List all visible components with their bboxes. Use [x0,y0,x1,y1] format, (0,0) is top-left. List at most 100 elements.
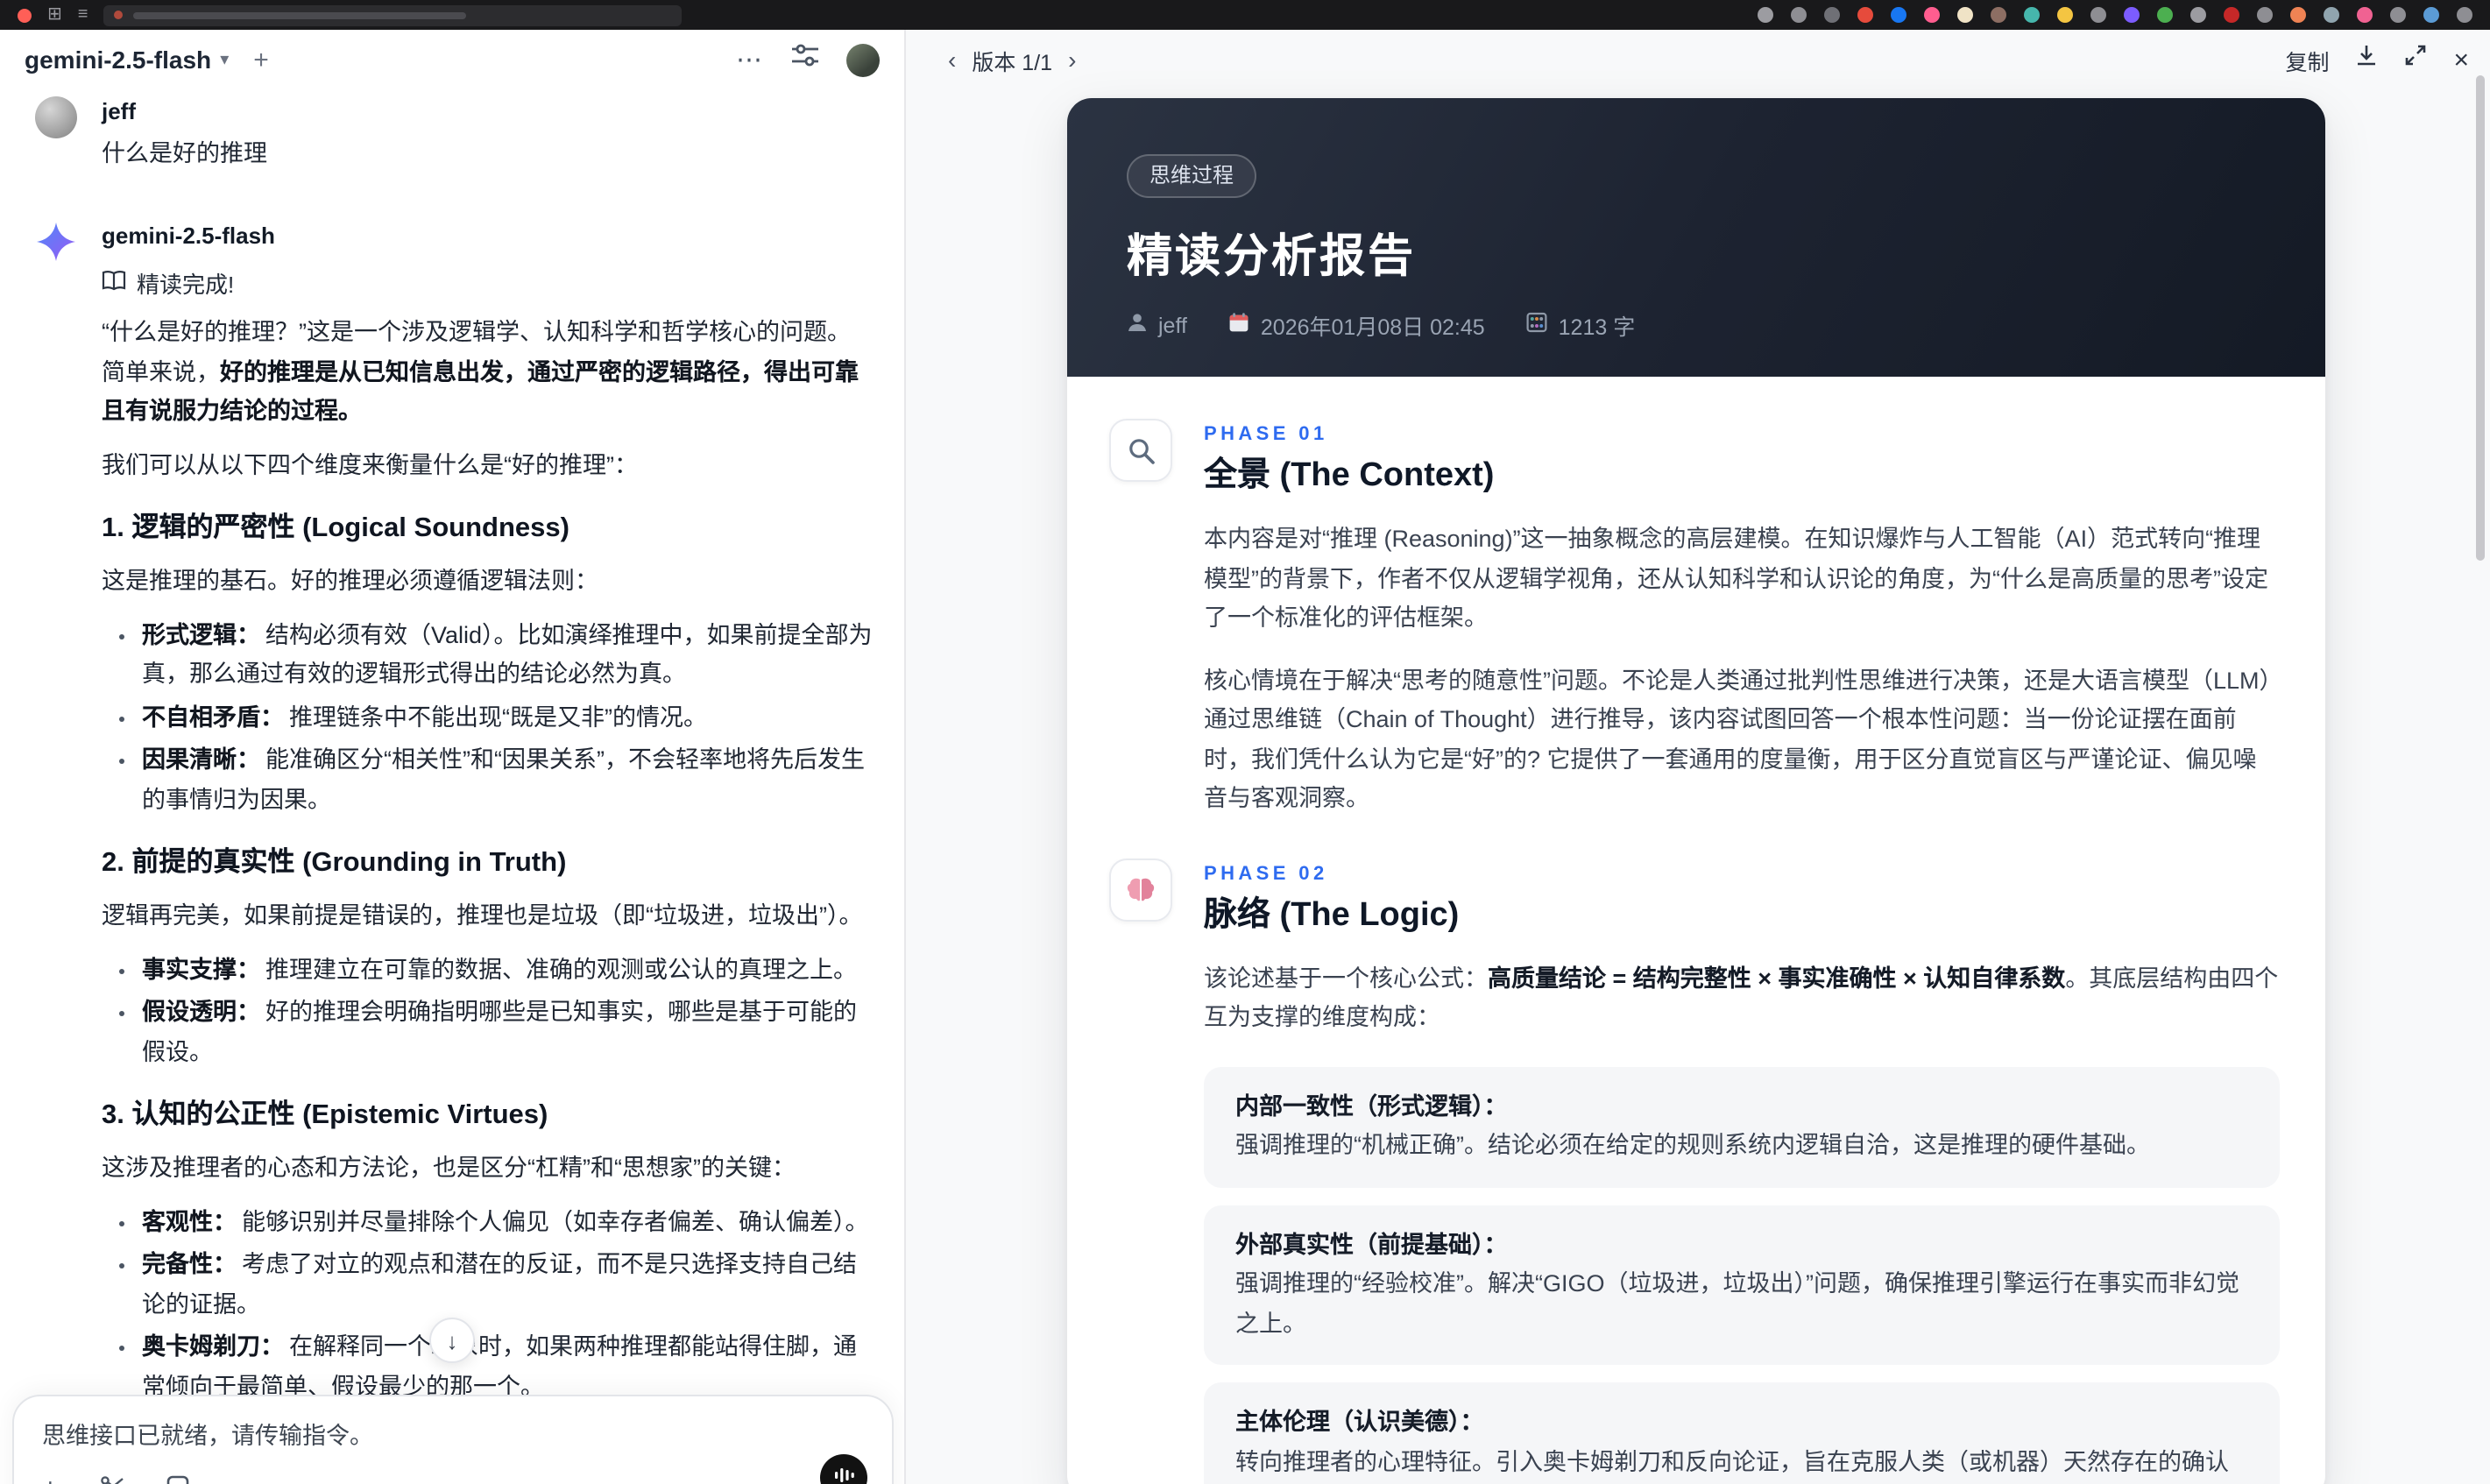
paragraph: 我们可以从以下四个维度来衡量什么是“好的推理”： [102,451,638,477]
section-heading: 2. 前提的真实性 (Grounding in Truth) [102,848,567,878]
chat-header: gemini-2.5-flash ▾ + ⋯ [0,30,904,89]
scrollbar-thumb[interactable] [2476,75,2485,561]
list-item: 不自相矛盾：推理链条中不能出现“既是又非”的情况。 [142,698,873,738]
chevron-right-icon[interactable]: › [1068,47,1076,72]
report-body: PHASE 01 全景 (The Context) 本内容是对“推理 (Reas… [1067,377,2325,1484]
section-heading: 3. 认知的公正性 (Epistemic Virtues) [102,1100,548,1130]
browser-tab[interactable] [103,4,683,25]
extension-icons [1758,7,2472,23]
extension-icon[interactable] [2124,7,2140,23]
chat-panel: gemini-2.5-flash ▾ + ⋯ jeff 什么是好的推理 gemi… [0,30,906,1484]
extension-icon[interactable] [2024,7,2040,23]
dimension-card: 内部一致性（形式逻辑）： 强调推理的“机械正确”。结论必须在给定的规则系统内逻辑… [1204,1066,2280,1187]
menu-icon[interactable]: ≡ [78,5,88,24]
scroll-to-bottom-button[interactable]: ↓ [429,1318,475,1363]
scissors-icon[interactable] [101,1475,125,1484]
list-item: 因果清晰：能准确区分“相关性”和“因果关系”，不会轻率地将先后发生的事情归为因果… [142,741,873,820]
phase-title: 全景 (The Context) [1204,457,1495,494]
extension-icon[interactable] [1924,7,1940,23]
message-author: jeff [102,98,136,124]
phase-label: PHASE 02 [1204,863,1328,884]
message-author: gemini-2.5-flash [102,223,275,249]
new-chat-button[interactable]: + [253,45,269,74]
extension-icon[interactable] [1824,7,1840,23]
extension-icon[interactable] [2090,7,2106,23]
extension-icon[interactable] [1758,7,1773,23]
extension-icon[interactable] [2257,7,2273,23]
more-options-button[interactable]: ⋯ [736,44,764,75]
grid-icon[interactable]: ⊞ [47,5,62,24]
chat-message-list[interactable]: jeff 什么是好的推理 gemini-2.5-flash 精读完成! “什么是… [0,89,904,1484]
close-icon[interactable]: × [2453,46,2469,73]
phase-1-content: 本内容是对“推理 (Reasoning)”这一抽象概念的高层建模。在知识爆炸与人… [1204,520,2280,819]
magnifier-icon [1109,419,1172,482]
plus-icon[interactable]: + [42,1476,59,1484]
author-meta: jeff [1127,312,1187,338]
scroll-down-icon: ↓ [446,1327,458,1353]
bullet-list: 客观性：能够识别并尽量排除个人偏见（如幸存者偏差、确认偏差）。 完备性：考虑了对… [102,1203,873,1407]
main-area: gemini-2.5-flash ▾ + ⋯ jeff 什么是好的推理 gemi… [0,30,2490,1484]
extension-icon[interactable] [1957,7,1973,23]
voice-input-button[interactable] [820,1454,867,1484]
extension-icon[interactable] [2390,7,2406,23]
extension-icon[interactable] [2457,7,2472,23]
gemini-star-icon [35,221,77,263]
report-meta: jeff 2026年01月08日 02:45 1213 字 [1127,308,2266,342]
section-intro: 这涉及推理者的心态和方法论，也是区分“杠精”和“思想家”的关键： [102,1155,796,1181]
document-viewer: ‹ 版本 1/1 › 复制 × 思维过程 精读分析报告 jeff 2026年01… [906,30,2490,1484]
copy-button[interactable]: 复制 [2285,43,2329,76]
list-item: 完备性：考虑了对立的观点和潜在的反证，而不是只选择支持自己结论的证据。 [142,1246,873,1325]
conversation-title[interactable]: gemini-2.5-flash [25,46,211,74]
list-item: 事实支撑：推理建立在可靠的数据、准确的观测或公认的真理之上。 [142,950,873,990]
extension-icon[interactable] [2190,7,2206,23]
book-icon [102,270,126,296]
download-icon[interactable] [2355,44,2378,75]
bullet-list: 事实支撑：推理建立在可靠的数据、准确的观测或公认的真理之上。 假设透明：好的推理… [102,950,873,1072]
message-composer[interactable]: 思维接口已就绪，请传输指令。 + [12,1395,894,1484]
extension-icon[interactable] [2324,7,2339,23]
section-heading: 1. 逻辑的严密性 (Logical Soundness) [102,513,569,543]
sliders-icon[interactable] [792,44,818,75]
extension-icon[interactable] [1857,7,1873,23]
paragraph: 该论述基于一个核心公式：高质量结论 = 结构完整性 × 事实准确性 × 认知自律… [1204,965,2279,1030]
extension-icon[interactable] [2423,7,2439,23]
list-item: 形式逻辑：结构必须有效（Valid）。比如演绎推理中，如果前提全部为真，那么通过… [142,616,873,695]
section-intro: 这是推理的基石。好的推理必须遵循逻辑法则： [102,568,598,594]
extension-icon[interactable] [1791,7,1807,23]
account-avatar[interactable] [846,43,880,76]
card-body: 强调推理的“机械正确”。结论必须在给定的规则系统内逻辑自洽，这是推理的硬件基础。 [1235,1132,2150,1158]
chevron-left-icon[interactable]: ‹ [948,47,956,72]
app-window: ⊞ ≡ gemini-2.5-flash ▾ + ⋯ jeff 什么是好的推理 … [0,0,2490,1484]
report-hero: 思维过程 精读分析报告 jeff 2026年01月08日 02:45 1213 … [1067,98,2325,377]
dimension-cards: 内部一致性（形式逻辑）： 强调推理的“机械正确”。结论必须在给定的规则系统内逻辑… [1204,1066,2280,1484]
list-item: 客观性：能够识别并尽量排除个人偏见（如幸存者偏差、确认偏差）。 [142,1203,873,1242]
phase-title: 脉络 (The Logic) [1204,896,1460,933]
version-label: 版本 1/1 [972,50,1053,74]
extension-icon[interactable] [2357,7,2373,23]
chevron-down-icon[interactable]: ▾ [220,50,229,69]
brain-icon [1109,858,1172,921]
phase-1-header: PHASE 01 全景 (The Context) [1109,419,2280,498]
bullet-list: 形式逻辑：结构必须有效（Valid）。比如演绎推理中，如果前提全部为真，那么通过… [102,616,873,820]
user-message-text: 什么是好的推理 [102,140,267,166]
card-body: 转向推理者的心理特征。引入奥卡姆剃刀和反向论证，旨在克服人类（或机器）天然存在的… [1235,1448,2229,1474]
assistant-message: gemini-2.5-flash 精读完成! “什么是好的推理？”这是一个涉及逻… [35,221,873,1484]
paragraph: “什么是好的推理？”这是一个涉及逻辑学、认知科学和哲学核心的问题。简单来说，好的… [102,319,859,424]
viewer-toolbar-actions: 复制 × [2285,40,2469,79]
assistant-status: 精读完成! [102,266,873,300]
frame-icon[interactable] [167,1475,190,1484]
section-intro: 逻辑再完美，如果前提是错误的，推理也是垃圾（即“垃圾进，垃圾出”）。 [102,902,863,929]
extension-icon[interactable] [2157,7,2173,23]
extension-icon[interactable] [2224,7,2239,23]
extension-icon[interactable] [2057,7,2073,23]
paragraph: 核心情境在于解决“思考的随意性”问题。不论是人类通过批判性思维进行决策，还是大语… [1204,667,2272,811]
extension-icon[interactable] [2290,7,2306,23]
composer-status-text: 思维接口已就绪，请传输指令。 [42,1423,373,1449]
expand-icon[interactable] [2404,44,2427,75]
counter-icon [1527,312,1548,338]
phase-2-header: PHASE 02 脉络 (The Logic) [1109,858,2280,936]
window-control-dot[interactable] [18,8,32,22]
extension-icon[interactable] [1991,7,2006,23]
phase-2-content: 该论述基于一个核心公式：高质量结论 = 结构完整性 × 事实准确性 × 认知自律… [1204,959,2280,1038]
extension-icon[interactable] [1891,7,1906,23]
